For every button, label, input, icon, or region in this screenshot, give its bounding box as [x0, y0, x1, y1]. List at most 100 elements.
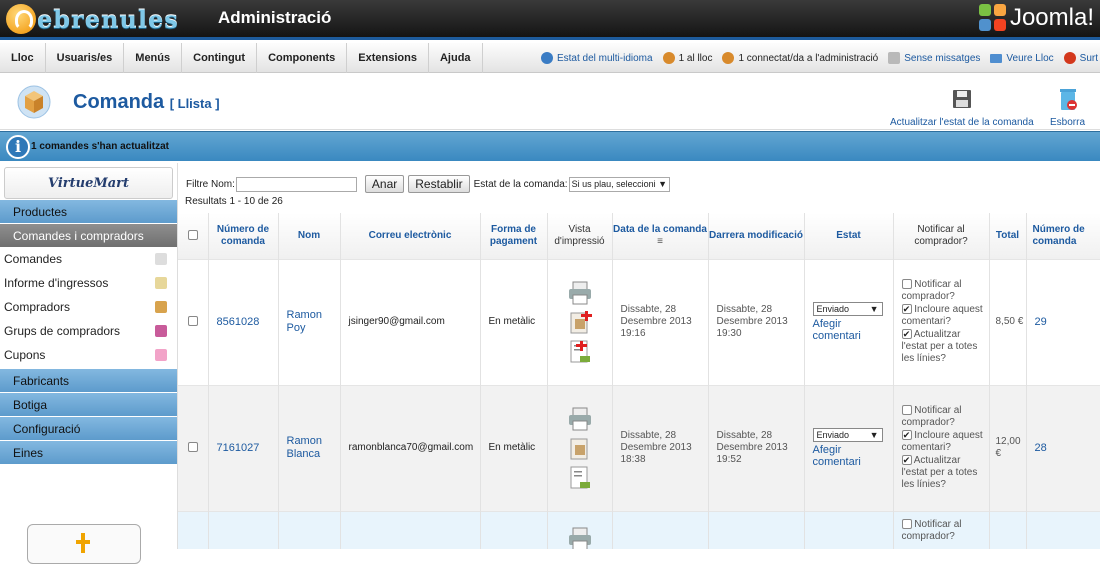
chevron-down-icon: ▼	[869, 430, 879, 440]
col-modified[interactable]: Darrera modificació	[708, 213, 805, 259]
customer-name-link[interactable]: Ramon Poy	[287, 309, 322, 334]
notify-checkbox[interactable]	[901, 279, 912, 290]
notify-checkbox[interactable]	[901, 518, 912, 529]
sidebar-section-fabricants[interactable]: Fabricants	[0, 368, 177, 392]
col-name[interactable]: Nom	[278, 213, 341, 259]
order-date: Dissabte, 28 Desembre 2013 19:16	[612, 258, 709, 385]
joomla-brand: Joomla!	[1009, 4, 1094, 31]
menu-menus[interactable]: Menús	[124, 42, 183, 73]
col-print-view: Vista d'impressió	[547, 213, 613, 259]
include-option: Incloure aquest comentari?	[901, 430, 989, 454]
order-id-link[interactable]: 29	[1035, 316, 1047, 328]
col-total[interactable]: Total	[989, 213, 1027, 259]
sidebar-item-cupons[interactable]: Cupons	[0, 343, 177, 367]
update-checkbox[interactable]	[901, 455, 912, 466]
filter-name-input[interactable]	[235, 176, 357, 192]
status-select[interactable]: Enviado ▼	[812, 302, 883, 316]
printer-icon[interactable]	[567, 280, 593, 306]
logout-link[interactable]: Surt	[1063, 52, 1098, 64]
delete-button[interactable]: Esborra	[1050, 86, 1085, 128]
logo-text: ebrenules	[37, 4, 179, 34]
print-views	[548, 280, 612, 364]
notify-option: Notificar al comprador?	[901, 405, 962, 428]
menu-ajuda[interactable]: Ajuda	[429, 42, 483, 73]
update-option: Actualitzar l'estat per a totes les líni…	[901, 329, 989, 365]
menu-components[interactable]: Components	[257, 42, 348, 73]
multilang-status[interactable]: Estat del multi-idioma	[540, 52, 653, 64]
menu-extensions[interactable]: Extensions	[347, 42, 429, 73]
include-checkbox[interactable]	[901, 430, 912, 441]
row-checkbox[interactable]	[187, 442, 198, 453]
status-select[interactable]: Enviado ▼	[812, 428, 883, 442]
sidebar-item-compradors[interactable]: Compradors	[0, 295, 177, 319]
site-logo[interactable]: ebrenules	[6, 3, 196, 35]
col-payment[interactable]: Forma de pagament	[480, 213, 548, 259]
col-email[interactable]: Correu electrònic	[340, 213, 481, 259]
app-title: Administració	[218, 8, 332, 27]
delivery-note-icon[interactable]	[567, 338, 593, 364]
main-content: Filtre Nom: Anar Restablir Estat de la c…	[178, 163, 1100, 549]
logout-icon	[1063, 52, 1076, 64]
menu-contingut[interactable]: Contingut	[182, 42, 258, 73]
notify-checkbox[interactable]	[901, 405, 912, 416]
admins-online: 1 connectat/da a l'administració	[722, 52, 878, 64]
sidebar-section-comandes-compradors[interactable]: Comandes i compradors	[0, 223, 177, 247]
invoice-icon[interactable]	[567, 435, 593, 461]
orders-icon	[155, 253, 167, 265]
info-icon: i	[6, 134, 30, 159]
table-row: 7161027 Ramon Blanca ramonblanca70@gmail…	[178, 384, 1100, 511]
update-option: Actualitzar l'estat per a totes les líni…	[901, 455, 989, 491]
plus-icon	[76, 533, 90, 553]
promo-box[interactable]	[27, 524, 141, 564]
update-status-button[interactable]: Actualitzar l'estat de la comanda	[890, 86, 1034, 128]
col-status[interactable]: Estat	[804, 213, 894, 259]
select-all-checkbox[interactable]	[187, 230, 198, 241]
col-order-number[interactable]: Número de comanda	[208, 213, 279, 259]
customer-name-link[interactable]: Ramon Blanca	[287, 435, 322, 460]
messages-link[interactable]: Sense missatges	[888, 52, 980, 64]
orders-table: Número de comanda Nom Correu electrònic …	[178, 213, 1100, 549]
sidebar-item-comandes[interactable]: Comandes	[0, 247, 177, 271]
col-order-date[interactable]: Data de la comanda ≡	[612, 213, 709, 259]
update-checkbox[interactable]	[901, 329, 912, 340]
printer-icon[interactable]	[567, 406, 593, 432]
sidebar-section-eines[interactable]: Eines	[0, 440, 177, 464]
customer-email: jsinger90@gmail.com	[340, 258, 481, 385]
sidebar-section-configuracio[interactable]: Configuració	[0, 416, 177, 440]
sidebar-section-productes[interactable]: Productes	[0, 199, 177, 223]
reset-button[interactable]: Restablir	[408, 175, 470, 193]
notify-option: Notificar al comprador?	[901, 518, 962, 542]
include-checkbox[interactable]	[901, 304, 912, 315]
report-icon	[155, 277, 167, 289]
order-id-link[interactable]: 28	[1035, 442, 1047, 454]
message-text: 1 comandes s'han actualitzat	[31, 141, 169, 152]
row-checkbox[interactable]	[187, 316, 198, 327]
add-comment-link[interactable]: Afegir comentari	[813, 444, 873, 468]
invoice-icon[interactable]	[567, 309, 593, 335]
customer-email: ramonblanca70@gmail.com	[340, 384, 481, 511]
printer-icon[interactable]	[567, 526, 593, 550]
print-views	[548, 406, 612, 490]
users-on-site: 1 al lloc	[662, 52, 712, 64]
state-filter-select[interactable]: Si us plau, seleccioni ▼	[568, 176, 671, 192]
add-comment-link[interactable]: Afegir comentari	[813, 318, 873, 342]
sidebar-item-informe-ingressos[interactable]: Informe d'ingressos	[0, 271, 177, 295]
sidebar: VirtueMart Productes Comandes i comprado…	[0, 163, 178, 549]
view-site-link[interactable]: Veure Lloc	[990, 53, 1054, 64]
sidebar-section-botiga[interactable]: Botiga	[0, 392, 177, 416]
col-order-id[interactable]: Número de comanda	[1026, 213, 1100, 259]
order-number-link[interactable]: 7161027	[217, 442, 260, 454]
order-date: Dissabte, 28 Desembre 2013 18:38	[612, 384, 709, 511]
user-icon	[722, 52, 735, 64]
delivery-note-icon[interactable]	[567, 464, 593, 490]
table-row: Notificar al comprador?	[178, 510, 1100, 550]
go-button[interactable]: Anar	[364, 175, 405, 193]
menu-lloc[interactable]: Lloc	[0, 42, 46, 73]
sidebar-item-grups-compradors[interactable]: Grups de compradors	[0, 319, 177, 343]
top-bar: ebrenules Administració Joomla!	[0, 0, 1100, 40]
virtuemart-logo: VirtueMart	[4, 167, 173, 199]
groups-icon	[155, 325, 167, 337]
menu-usuaris[interactable]: Usuaris/es	[46, 42, 125, 73]
message-bar: i 1 comandes s'han actualitzat	[0, 131, 1100, 161]
order-number-link[interactable]: 8561028	[217, 316, 260, 328]
